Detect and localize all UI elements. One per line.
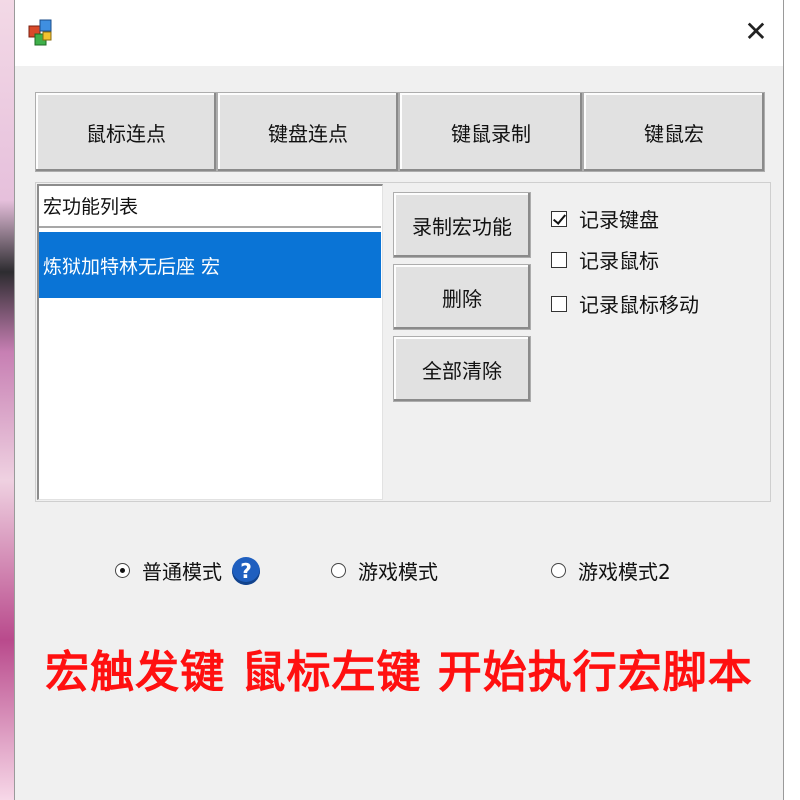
- record-keyboard-checkbox[interactable]: [551, 210, 567, 227]
- record-mouse-move-option[interactable]: 记录鼠标移动: [551, 289, 699, 318]
- desktop-background-left: [0, 0, 14, 800]
- close-icon: ✕: [744, 14, 768, 48]
- title-bar: ✕: [15, 0, 783, 66]
- record-keyboard-option[interactable]: 记录键盘: [551, 204, 659, 233]
- list-header[interactable]: 宏功能列表: [39, 186, 381, 228]
- macro-window: ✕ 鼠标连点 键盘连点 键鼠录制 键鼠宏 宏功能列表 炼狱加特林无后座 宏 录制…: [14, 0, 784, 800]
- mode-normal-option[interactable]: 普通模式 ?: [115, 556, 260, 585]
- help-icon-glyph: ?: [240, 558, 252, 583]
- help-icon[interactable]: ?: [232, 556, 260, 585]
- mode-game-radio[interactable]: [331, 563, 346, 578]
- mode-game-option[interactable]: 游戏模式: [331, 556, 438, 585]
- mode-game2-option[interactable]: 游戏模式2: [551, 556, 671, 585]
- tab-keyboard-click[interactable]: 键盘连点: [217, 92, 399, 172]
- record-mouse-move-checkbox[interactable]: [551, 295, 567, 312]
- mode-normal-radio[interactable]: [115, 563, 130, 578]
- record-mouse-move-label: 记录鼠标移动: [579, 293, 699, 317]
- mode-normal-label: 普通模式: [142, 560, 222, 584]
- record-mouse-checkbox[interactable]: [551, 251, 567, 268]
- clear-all-button[interactable]: 全部清除: [393, 336, 531, 402]
- tab-record[interactable]: 键鼠录制: [399, 92, 583, 172]
- record-mouse-label: 记录鼠标: [579, 249, 659, 273]
- record-mouse-option[interactable]: 记录鼠标: [551, 245, 659, 274]
- mode-game-label: 游戏模式: [358, 560, 438, 584]
- app-icon: [28, 19, 52, 46]
- close-button[interactable]: ✕: [731, 6, 781, 56]
- delete-button[interactable]: 删除: [393, 264, 531, 330]
- mode-game2-radio[interactable]: [551, 563, 566, 578]
- desktop-background-right: [784, 0, 800, 800]
- tab-mouse-click[interactable]: 鼠标连点: [35, 92, 217, 172]
- trigger-hint-text: 宏触发键 鼠标左键 开始执行宏脚本: [45, 647, 753, 698]
- list-item[interactable]: 炼狱加特林无后座 宏: [39, 232, 381, 298]
- tab-macro[interactable]: 键鼠宏: [583, 92, 765, 172]
- macro-listbox[interactable]: 宏功能列表 炼狱加特林无后座 宏: [37, 184, 383, 500]
- mode-game2-label: 游戏模式2: [578, 560, 671, 584]
- record-keyboard-label: 记录键盘: [579, 208, 659, 232]
- list-item-label: 炼狱加特林无后座 宏: [43, 255, 221, 278]
- record-macro-button[interactable]: 录制宏功能: [393, 192, 531, 258]
